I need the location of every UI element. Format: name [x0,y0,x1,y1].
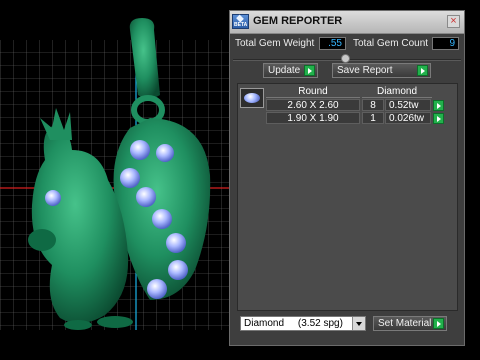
gem-report-table: Round Diamond 2.60 X 2.60 8 0.52tw 1.90 … [237,83,458,311]
set-material-button[interactable]: Set Material [373,316,447,331]
gem-stone-eye [45,190,61,206]
save-report-button[interactable]: Save Report [332,63,431,78]
green-arrow-icon [433,318,444,329]
gem-stone [120,168,140,188]
gem-size-cell: 2.60 X 2.60 [266,99,360,111]
round-gem-shape-icon[interactable] [240,88,264,108]
gem-size-cell: 1.90 X 1.90 [266,112,360,124]
gem-weight-cell: 0.026tw [385,112,431,124]
update-button[interactable]: Update [263,63,318,78]
green-arrow-icon[interactable] [433,100,444,111]
chevron-down-icon[interactable] [352,317,365,330]
close-icon[interactable]: × [447,15,460,28]
green-arrow-icon[interactable] [433,113,444,124]
gem-stone [136,187,156,207]
green-arrow-icon [304,65,315,76]
save-report-button-label: Save Report [337,65,393,76]
total-gem-count-label: Total Gem Count [353,38,429,49]
green-arrow-icon [417,65,428,76]
update-button-label: Update [268,65,301,76]
panel-title: GEM REPORTER [253,15,343,27]
gem-stone [152,209,172,229]
gem-count-cell: 8 [362,99,384,111]
total-gem-weight-value: .55 [319,37,346,50]
material-select-value: Diamond (3.52 spg) [244,318,343,329]
title-bar[interactable]: BETA GEM REPORTER × [230,11,464,34]
set-material-button-label: Set Material [378,318,432,329]
gem-reporter-app-icon: BETA [232,14,249,29]
material-select[interactable]: Diamond (3.52 spg) [240,316,366,331]
total-gem-weight-label: Total Gem Weight [235,38,315,49]
column-header-diamond: Diamond [362,86,432,98]
gem-stone [130,140,150,160]
gem-count-cell: 1 [362,112,384,124]
divider-knob[interactable] [341,54,350,63]
total-gem-count-value: 9 [432,37,459,50]
gem-stone [147,279,167,299]
gem-reporter-panel: BETA GEM REPORTER × Total Gem Weight .55… [229,10,465,346]
gem-stone [166,233,186,253]
gem-weight-cell: 0.52tw [385,99,431,111]
gem-stone [168,260,188,280]
gem-stone [156,144,174,162]
column-header-round: Round [266,86,360,98]
